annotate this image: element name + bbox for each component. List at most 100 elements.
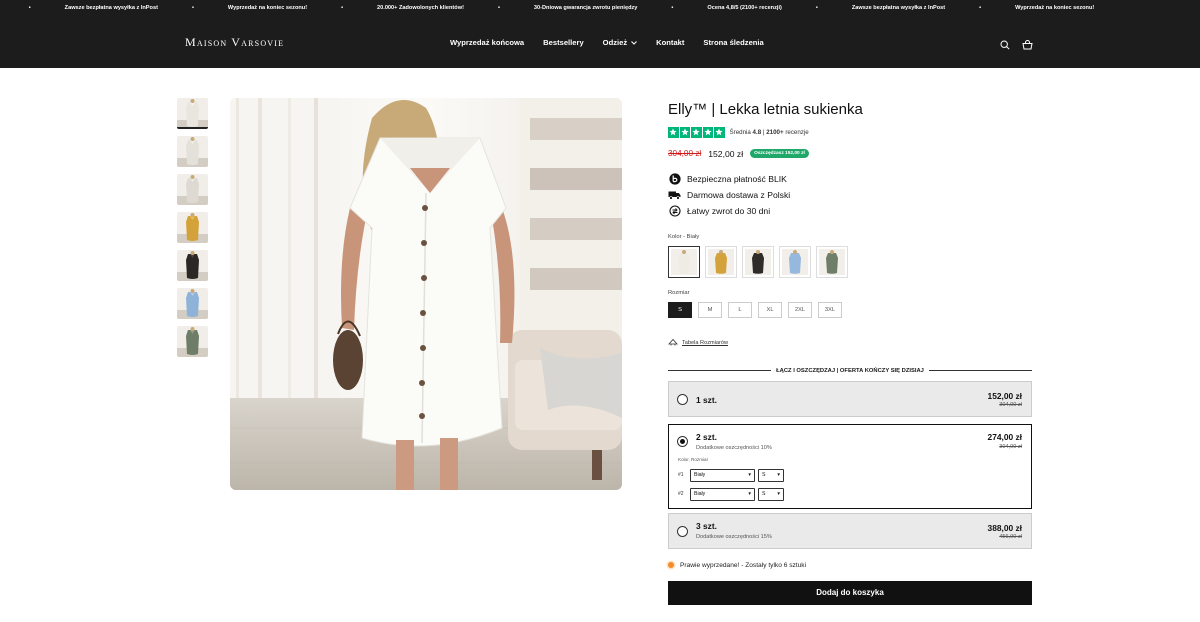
- announcement-text: 30-Dniowa gwarancja zwrotu pieniędzy: [533, 5, 638, 11]
- size-table-link[interactable]: Tabela Rozmiarów: [668, 338, 1032, 348]
- radio-button[interactable]: [677, 435, 688, 447]
- size-option[interactable]: M: [698, 301, 722, 318]
- bundle-option-2[interactable]: 2 szt. Dodatkowe oszczędności 10% 274,00…: [668, 423, 1032, 509]
- rating-score: 4.8: [752, 128, 762, 136]
- size-options: S M L XL 2XL 3XL: [668, 301, 1032, 318]
- cart-icon[interactable]: [1022, 37, 1033, 50]
- color-swatch[interactable]: [779, 245, 811, 278]
- thumbnail-white[interactable]: [177, 136, 208, 167]
- bundle-option-3[interactable]: 3 szt. Dodatkowe oszczędności 15% 388,00…: [668, 512, 1032, 549]
- announcement-text: Wyprzedaż na koniec sezonu!: [1015, 5, 1095, 11]
- select-value: S: [762, 472, 766, 478]
- savings-badge: Oszczędzasz 152,00 zł: [750, 149, 809, 158]
- ruler-icon: [668, 338, 678, 348]
- bundle-price: 388,00 zł: [987, 522, 1022, 533]
- select-value: S: [762, 491, 766, 497]
- nav-label: Kontakt: [656, 38, 685, 47]
- bundle-option-1[interactable]: 1 szt. 152,00 zł 304,00 zł: [668, 380, 1032, 417]
- size-option[interactable]: 2XL: [788, 301, 812, 318]
- bundle-old-price: 304,00 zł: [999, 443, 1022, 450]
- bundle-old-price: 456,00 zł: [999, 533, 1022, 540]
- thumbnail-yellow[interactable]: [177, 212, 208, 243]
- truck-icon: [668, 189, 681, 201]
- color-swatch[interactable]: [668, 245, 700, 278]
- variant-row-1: #1 Biały ▾ S ▾: [678, 468, 784, 482]
- header-icons: [1000, 37, 1033, 50]
- color-swatch[interactable]: [816, 245, 848, 278]
- bullet-separator: •: [979, 5, 982, 11]
- bundle-price: 152,00 zł: [987, 390, 1022, 401]
- thumbnail-green[interactable]: [177, 326, 208, 357]
- color-swatch[interactable]: [705, 245, 737, 278]
- size-option[interactable]: XL: [758, 301, 782, 318]
- size-option[interactable]: S: [668, 301, 692, 318]
- announcement-track: recenzji)•Zawsze bezpłatna wysyłka z InP…: [0, 0, 1095, 16]
- swatch-image: [819, 248, 845, 275]
- divider-line: [928, 370, 1033, 371]
- nav-item-bestsellers[interactable]: Bestsellery: [543, 38, 584, 47]
- thumbnail-white[interactable]: [177, 98, 208, 129]
- bullet-separator: •: [341, 5, 344, 11]
- size-label: Rozmiar: [668, 289, 690, 296]
- dress-photo: [230, 98, 622, 490]
- color-swatch[interactable]: [742, 245, 774, 278]
- variant-number: #1: [678, 472, 684, 478]
- rating-suffix: recenzje: [783, 128, 809, 136]
- nav-item-contact[interactable]: Kontakt: [656, 38, 684, 47]
- color-swatches: [668, 245, 1032, 278]
- size-option[interactable]: L: [728, 301, 752, 318]
- nav-label: Wyprzedaż końcowa: [450, 38, 525, 47]
- main-nav: Wyprzedaż końcowa Bestsellery Odzież Kon…: [450, 38, 783, 47]
- thumbnail-white[interactable]: [177, 174, 208, 205]
- feature-text: Darmowa dostawa z Polski: [687, 189, 791, 200]
- size-select[interactable]: S ▾: [758, 487, 784, 501]
- stock-text: Prawie wyprzedane! - Zostały tylko 6 szt…: [680, 561, 807, 569]
- color-select[interactable]: Biały ▾: [690, 487, 755, 501]
- feature-text: Łatwy zwrot do 30 dni: [687, 205, 771, 216]
- add-to-cart-button[interactable]: Dodaj do koszyka: [668, 580, 1032, 605]
- nav-item-tracking[interactable]: Strona śledzenia: [703, 38, 763, 47]
- variant-label: Kolor, Rozmiar: [678, 456, 709, 462]
- return-icon: [668, 204, 681, 217]
- nav-item-clearance[interactable]: Wyprzedaż końcowa: [450, 38, 524, 47]
- color-label: Kolor - Biały: [668, 233, 700, 240]
- product-main-image[interactable]: [230, 98, 622, 490]
- size-option[interactable]: 3XL: [818, 301, 842, 318]
- divider-line: [668, 370, 772, 371]
- nav-item-clothing[interactable]: Odzież: [602, 38, 638, 47]
- caret-down-icon: ▾: [748, 472, 751, 478]
- chevron-down-icon: [631, 38, 638, 47]
- stock-dot-icon: [668, 562, 674, 568]
- rating-count: 2100+: [766, 128, 784, 136]
- bundle-qty: 3 szt.: [696, 520, 717, 531]
- swatch-image: [782, 248, 808, 275]
- thumbnail-black[interactable]: [177, 250, 208, 281]
- bundle-old-price: 304,00 zł: [999, 401, 1022, 408]
- site-header: Maison Varsovie Wyprzedaż końcowa Bestse…: [0, 16, 1200, 68]
- star-icon: [668, 127, 679, 138]
- nav-label: Strona śledzenia: [703, 38, 764, 47]
- announcement-text: Zawsze bezpłatna wysyłka z InPost: [851, 5, 946, 11]
- rating-row[interactable]: Średnia 4.8 | 2100+ recenzje: [668, 127, 1032, 138]
- radio-button[interactable]: [677, 525, 688, 537]
- rating-prefix: Średnia: [729, 128, 753, 136]
- thumbnail-blue[interactable]: [177, 288, 208, 319]
- search-icon[interactable]: [1000, 37, 1010, 50]
- size-select[interactable]: S ▾: [758, 468, 784, 482]
- product-info: Elly™ | Lekka letnia sukienka Średnia 4.…: [668, 98, 1033, 605]
- bundle-subtitle: Dodatkowe oszczędności 10%: [696, 444, 772, 451]
- nav-label: Odzież: [602, 38, 628, 47]
- bullet-separator: •: [815, 5, 818, 11]
- nav-label: Bestsellery: [543, 38, 584, 47]
- current-price: 152,00 zł: [708, 148, 744, 159]
- logo[interactable]: Maison Varsovie: [185, 35, 284, 50]
- bundle-qty: 1 szt.: [696, 394, 717, 405]
- radio-button[interactable]: [677, 393, 688, 405]
- announcement-text: Wyprzedaż na koniec sezonu!: [227, 5, 308, 11]
- bundle-qty: 2 szt.: [696, 431, 717, 442]
- caret-down-icon: ▾: [777, 472, 780, 478]
- feature-delivery: Darmowa dostawa z Polski: [668, 189, 1032, 201]
- color-select[interactable]: Biały ▾: [690, 468, 755, 482]
- trustpilot-stars: [668, 127, 725, 138]
- swatch-image: [708, 248, 734, 275]
